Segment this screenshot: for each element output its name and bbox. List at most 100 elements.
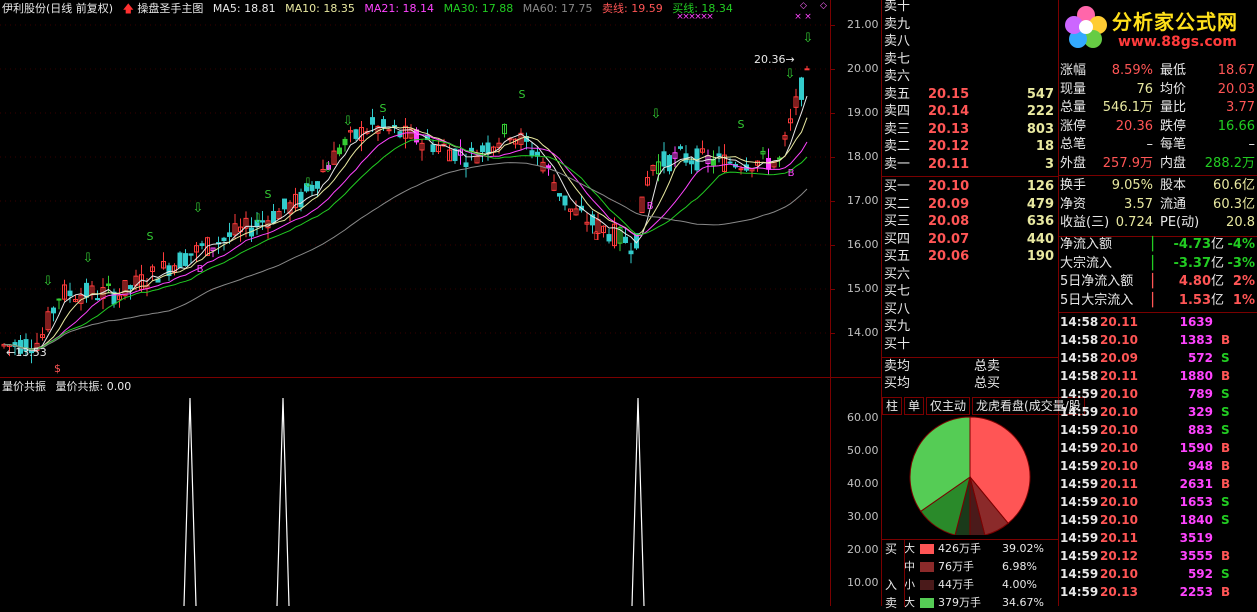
quote-row: 外盘 257.9万 内盘 288.2万 xyxy=(1058,155,1257,173)
separator xyxy=(882,176,1058,177)
order-sell-row: 卖一 20.11 3 xyxy=(882,156,1058,174)
candle-body xyxy=(381,119,386,128)
trade-row[interactable]: 14:59 20.10 329 S xyxy=(1058,403,1257,421)
trade-row[interactable]: 14:58 20.11 1639 xyxy=(1058,313,1257,331)
order-buy-row: 买二 20.09 479 xyxy=(882,196,1058,214)
candle-body xyxy=(562,195,568,206)
flow-volume: 76万手 xyxy=(938,560,974,573)
trade-time: 14:59 xyxy=(1060,585,1099,599)
flow-percent: 34.67% xyxy=(1002,596,1044,609)
quote-label: 涨停 xyxy=(1060,118,1087,134)
pie-tab[interactable]: 柱 xyxy=(882,397,903,415)
trade-row[interactable]: 14:59 20.10 883 S xyxy=(1058,421,1257,439)
pie-tab[interactable]: 仅主动 xyxy=(926,397,971,415)
quote-value: 288.2万 xyxy=(1204,155,1255,171)
trade-row[interactable]: 14:59 20.10 1590 B xyxy=(1058,439,1257,457)
price-tick[interactable]: 15.00 xyxy=(847,282,879,295)
pie-legend: 买大 426万手 39.02% 中 76万手 6.98% 入小 44万手 4.00% 卖大 379万… xyxy=(882,539,1058,610)
down-arrow-icon: ⇩ xyxy=(303,176,314,191)
candle-body xyxy=(546,165,551,169)
trade-row[interactable]: 14:58 20.11 1880 B xyxy=(1058,367,1257,385)
resonance-spike xyxy=(631,397,645,606)
order-level-label: 卖六 xyxy=(884,69,911,84)
candle-body xyxy=(56,298,62,301)
volume-price-indicator[interactable]: 量价共振 量价共振: 0.00 xyxy=(0,378,830,606)
flow-bar: ▏ xyxy=(1152,255,1162,271)
quote-value: 20.36 xyxy=(1115,118,1153,134)
order-level-label: 买十 xyxy=(884,336,911,352)
pie-legend-row: 中 76万手 6.98% xyxy=(882,558,1058,576)
trade-row[interactable]: 14:59 20.10 1653 S xyxy=(1058,493,1257,511)
pie-tabs[interactable]: 柱单仅主动 龙虎看盘(成交量/股 xyxy=(882,397,1087,415)
trade-price: 20.12 xyxy=(1100,549,1138,563)
trade-volume: 592 xyxy=(1187,567,1213,581)
trade-row[interactable]: 14:59 20.11 3519 xyxy=(1058,529,1257,547)
trade-row[interactable]: 14:59 20.10 789 S xyxy=(1058,385,1257,403)
sell-signal-marker: S xyxy=(147,230,154,243)
flow-volume: 44万手 xyxy=(938,578,974,591)
trade-row[interactable]: 14:59 20.10 948 B xyxy=(1058,457,1257,475)
tick-mark xyxy=(831,25,835,26)
pie-legend-row: 入小 44万手 4.00% xyxy=(882,576,1058,594)
trade-row[interactable]: 14:59 20.10 1840 S xyxy=(1058,511,1257,529)
legend-swatch xyxy=(920,598,934,608)
trade-row[interactable]: 14:59 20.13 2253 B xyxy=(1058,583,1257,601)
order-volume: 18 xyxy=(1035,139,1054,154)
volume-tick: 60.00 xyxy=(847,411,879,424)
price-tick[interactable]: 19.00 xyxy=(847,106,879,119)
total-buy-label: 总买 xyxy=(974,376,1001,391)
trade-side: B xyxy=(1221,585,1231,599)
order-volume: 126 xyxy=(1026,179,1054,194)
price-axis: 21.00 20.00 19.00 18.00 17.00 16.00 15.00 14.00 xyxy=(830,0,881,378)
moving-average-line xyxy=(3,117,808,350)
quote-value: 60.3亿 xyxy=(1213,196,1255,212)
resonance-spike xyxy=(276,397,290,606)
trade-price: 20.10 xyxy=(1100,567,1138,581)
candle-body xyxy=(128,285,133,290)
trade-volume: 572 xyxy=(1187,351,1213,365)
trade-side: S xyxy=(1221,513,1230,527)
trade-time: 14:59 xyxy=(1060,405,1099,419)
trade-row[interactable]: 14:59 20.10 592 S xyxy=(1058,565,1257,583)
flow-unit: 亿 xyxy=(1211,274,1225,289)
trade-price: 20.10 xyxy=(1100,495,1138,509)
order-level-label: 买八 xyxy=(884,301,911,317)
tick-mark xyxy=(831,201,835,202)
candle-body xyxy=(67,290,73,297)
price-tick[interactable]: 20.00 xyxy=(847,62,879,75)
candle-body xyxy=(227,232,232,237)
order-buy-row: 买七 xyxy=(882,283,1058,301)
quote-value: 8.59% xyxy=(1111,63,1153,78)
trade-price: 20.11 xyxy=(1100,531,1138,545)
order-level-label: 卖九 xyxy=(884,16,911,32)
price-tick[interactable]: 21.00 xyxy=(847,18,879,31)
flow-percent: 6.98% xyxy=(1002,560,1037,573)
quote-value: 20.03 xyxy=(1217,81,1255,97)
trade-side: S xyxy=(1221,567,1230,581)
trade-row[interactable]: 14:58 20.09 572 S xyxy=(1058,349,1257,367)
moving-average-line xyxy=(3,162,808,351)
volume-tick: 40.00 xyxy=(847,477,879,490)
logo-url[interactable]: www.88gs.com xyxy=(1118,34,1237,50)
order-sell-row: 卖六 xyxy=(882,68,1058,86)
price-tick[interactable]: 16.00 xyxy=(847,238,879,251)
kline-plot[interactable]: ⇩⇩⇩⇩⇩⇩⇩ ⇩⇩⇩SSSSSBBB⇧×××××× × ×◇ ◇ xyxy=(0,0,830,377)
trade-row[interactable]: 14:59 20.11 2631 B xyxy=(1058,475,1257,493)
trade-side: S xyxy=(1221,387,1230,401)
quote-label: 净资 xyxy=(1060,196,1087,212)
price-tick[interactable]: 14.00 xyxy=(847,326,879,339)
down-arrow-icon: ⇩ xyxy=(343,114,354,129)
pie-tab[interactable]: 单 xyxy=(904,397,925,415)
candle-body xyxy=(804,68,810,71)
flow-percent: 4.00% xyxy=(1002,578,1037,591)
quote-value: 9.05% xyxy=(1111,178,1153,193)
kline-chart[interactable]: 伊利股份(日线 前复权) 🡅 操盘圣手主图 MA5: 18.81 MA10: 1… xyxy=(0,0,830,378)
trade-row[interactable]: 14:58 20.10 1383 B xyxy=(1058,331,1257,349)
flow-size-label: 大 xyxy=(904,542,915,555)
up-arrow-icon: ⇧ xyxy=(591,229,602,244)
price-tick[interactable]: 17.00 xyxy=(847,194,879,207)
order-buy-row: 买六 xyxy=(882,266,1058,284)
trade-row[interactable]: 14:59 20.12 3555 B xyxy=(1058,547,1257,565)
price-tick[interactable]: 18.00 xyxy=(847,150,879,163)
cross-marker-icon: × xyxy=(706,12,714,22)
